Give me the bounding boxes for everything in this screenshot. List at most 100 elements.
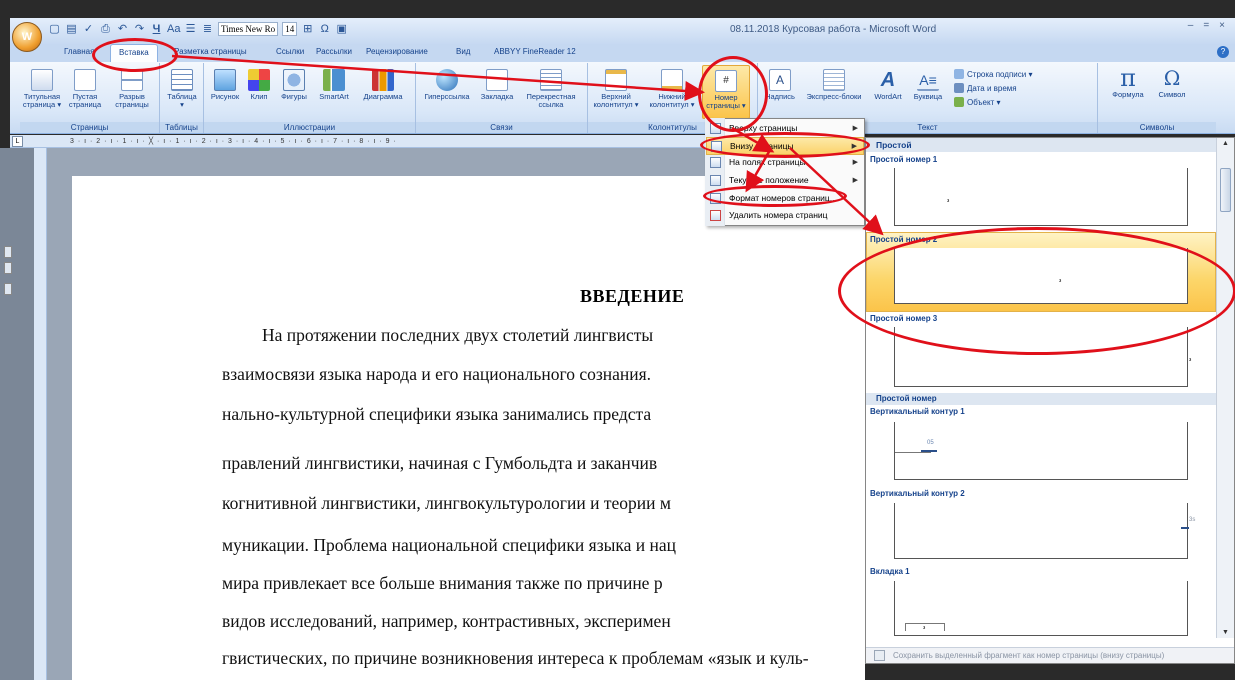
gallery-item-label: Вкладка 1	[870, 567, 910, 576]
undo-icon[interactable]: ↶	[116, 23, 129, 36]
clipart-button[interactable]: Клип	[244, 69, 274, 101]
page-number-preview: з	[947, 198, 950, 204]
underline-icon[interactable]: Ч	[150, 23, 163, 36]
page-number-preview: 3s	[1189, 517, 1196, 523]
document-line: видов исследований, например, контрастив…	[222, 611, 671, 631]
annotation-circle-page-number	[698, 56, 768, 132]
date-time-button[interactable]: Дата и время	[954, 83, 1017, 93]
left-strip	[0, 148, 34, 680]
gallery-item-tab-1[interactable]: з	[894, 581, 1188, 636]
new-document-icon[interactable]: ▢	[48, 23, 61, 36]
print-icon[interactable]: ⎙	[99, 23, 112, 36]
document-line: нально-культурной специфики языка занима…	[222, 404, 652, 424]
document-line: взаимосвязи языка народа и его националь…	[222, 364, 652, 384]
gallery-separator: Простой номер	[866, 393, 1216, 405]
spellcheck-icon[interactable]: ✓	[82, 23, 95, 36]
current-position-icon	[710, 174, 721, 186]
font-size-icon[interactable]: Aa	[167, 23, 180, 36]
ruler-ticks: 3 · ı · 2 · ı · 1 · ı · ╳ · ı · 1 · ı · …	[70, 138, 397, 145]
open-icon[interactable]: ▤	[65, 23, 78, 36]
document-line: когнитивной лингвистики, лингвокультурол…	[222, 493, 671, 513]
side-tab-2[interactable]	[4, 262, 12, 274]
quick-access-toolbar: ▢ ▤ ✓ ⎙ ↶ ↷ Ч Aa ☰ ≣ Times New Ro 14 ⊞ Ω…	[48, 22, 348, 36]
document-line: правлений лингвистики, начиная с Гумболь…	[222, 453, 658, 473]
scroll-down-icon[interactable]: ▼	[1222, 629, 1229, 636]
redo-icon[interactable]: ↷	[133, 23, 146, 36]
object-button[interactable]: Объект ▾	[954, 97, 1000, 107]
gallery-item-vertical-outline-1[interactable]: 05	[894, 422, 1188, 480]
annotation-circle-insert-tab	[92, 38, 178, 72]
scrollbar-thumb[interactable]	[1220, 168, 1231, 212]
scroll-up-icon[interactable]: ▲	[1222, 140, 1229, 147]
annotation-circle-format	[703, 185, 847, 207]
office-button[interactable]: W	[12, 22, 42, 52]
help-icon[interactable]: ?	[1217, 46, 1229, 58]
save-selection-as-page-number[interactable]: Сохранить выделенный фрагмент как номер …	[866, 647, 1234, 663]
menu-item-remove-page-numbers[interactable]: Удалить номера страниц	[706, 206, 864, 224]
outline-bar	[1181, 527, 1189, 529]
minimize-icon[interactable]: –	[1188, 20, 1194, 31]
page-margins-icon	[710, 156, 721, 168]
symbol-button[interactable]: Ω Символ	[1152, 67, 1192, 99]
group-symbols: π Формула Ω Символ Символы	[1098, 63, 1216, 133]
window-controls: – = ×	[1188, 20, 1225, 31]
annotation-circle-bottom-of-page	[700, 132, 870, 158]
bookmark-button[interactable]: Закладка	[476, 69, 518, 101]
gallery-item-vertical-outline-2[interactable]: 3s	[894, 503, 1195, 559]
wordart-button[interactable]: A WordArt	[868, 69, 908, 101]
document-line: мира привлекает все больше внимания такж…	[222, 573, 663, 593]
calendar-icon	[954, 83, 964, 93]
hyperlink-button[interactable]: Гиперссылка	[420, 69, 474, 101]
tab-references[interactable]: Ссылки	[276, 47, 304, 56]
blank-page-button[interactable]: Пустая страница	[66, 69, 104, 109]
document-heading: ВВЕДЕНИЕ	[580, 286, 685, 306]
chart-button[interactable]: Диаграмма	[356, 69, 410, 101]
gallery-item-label: Вертикальный контур 1	[870, 407, 965, 416]
gallery-item-label: Простой номер 1	[870, 155, 938, 164]
formula-button[interactable]: π Формула	[1104, 66, 1152, 99]
page-break-button[interactable]: Разрыв страницы	[110, 69, 154, 109]
tab-home[interactable]: Главная	[64, 47, 94, 56]
table-icon[interactable]: ⊞	[301, 23, 314, 36]
vertical-ruler[interactable]	[34, 148, 47, 680]
object-icon	[954, 97, 964, 107]
omega-icon[interactable]: Ω	[318, 23, 331, 36]
group-illustrations: Рисунок Клип Фигуры SmartArt Диаграмма И…	[204, 63, 416, 133]
font-size-box[interactable]: 14	[282, 22, 298, 36]
tab-page-layout[interactable]: Разметка страницы	[174, 47, 247, 56]
gallery-scrollbar[interactable]: ▲ ▼	[1216, 138, 1234, 638]
signature-line-button[interactable]: Строка подписи ▾	[954, 69, 1032, 79]
tab-stop-selector[interactable]: L	[12, 136, 23, 147]
save-icon[interactable]: ▣	[335, 23, 348, 36]
gallery-item-plain-number-1[interactable]: з	[894, 168, 1188, 226]
tab-mailings[interactable]: Рассылки	[316, 47, 352, 56]
page-number-preview: з	[923, 625, 926, 631]
remove-numbers-icon	[710, 209, 721, 221]
tab-abbyy[interactable]: ABBYY FineReader 12	[494, 47, 576, 56]
restore-icon[interactable]: =	[1203, 20, 1209, 31]
quick-parts-button[interactable]: Экспресс-блоки	[802, 69, 866, 101]
dropcap-button[interactable]: A≡ Буквица	[908, 69, 948, 101]
font-name-box[interactable]: Times New Ro	[218, 22, 279, 36]
tab-view[interactable]: Вид	[456, 47, 470, 56]
gallery-item-label: Вертикальный контур 2	[870, 489, 965, 498]
shapes-button[interactable]: Фигуры	[276, 69, 312, 101]
document-line: муникации. Проблема национальной специфи…	[222, 535, 676, 555]
side-tab-3[interactable]	[4, 283, 12, 295]
outline-line	[895, 452, 931, 453]
footer-button[interactable]: Нижний колонтитул ▾	[644, 69, 700, 109]
document-line: гвистических, по причине возникновения и…	[222, 648, 809, 668]
cross-reference-button[interactable]: Перекрестная ссылка	[520, 69, 582, 109]
document-page[interactable]	[72, 176, 865, 680]
document-line: На протяжении последних двух столетий ли…	[262, 325, 654, 345]
picture-button[interactable]: Рисунок	[208, 69, 242, 101]
close-icon[interactable]: ×	[1219, 20, 1225, 31]
cover-page-button[interactable]: Титульная страница ▾	[20, 69, 64, 109]
align-icon[interactable]: ≣	[201, 23, 214, 36]
tab-review[interactable]: Рецензирование	[366, 47, 428, 56]
smartart-button[interactable]: SmartArt	[314, 69, 354, 101]
side-tab-1[interactable]	[4, 246, 12, 258]
header-button[interactable]: Верхний колонтитул ▾	[588, 69, 644, 109]
bullets-icon[interactable]: ☰	[184, 23, 197, 36]
table-button[interactable]: Таблица ▾	[164, 69, 200, 109]
